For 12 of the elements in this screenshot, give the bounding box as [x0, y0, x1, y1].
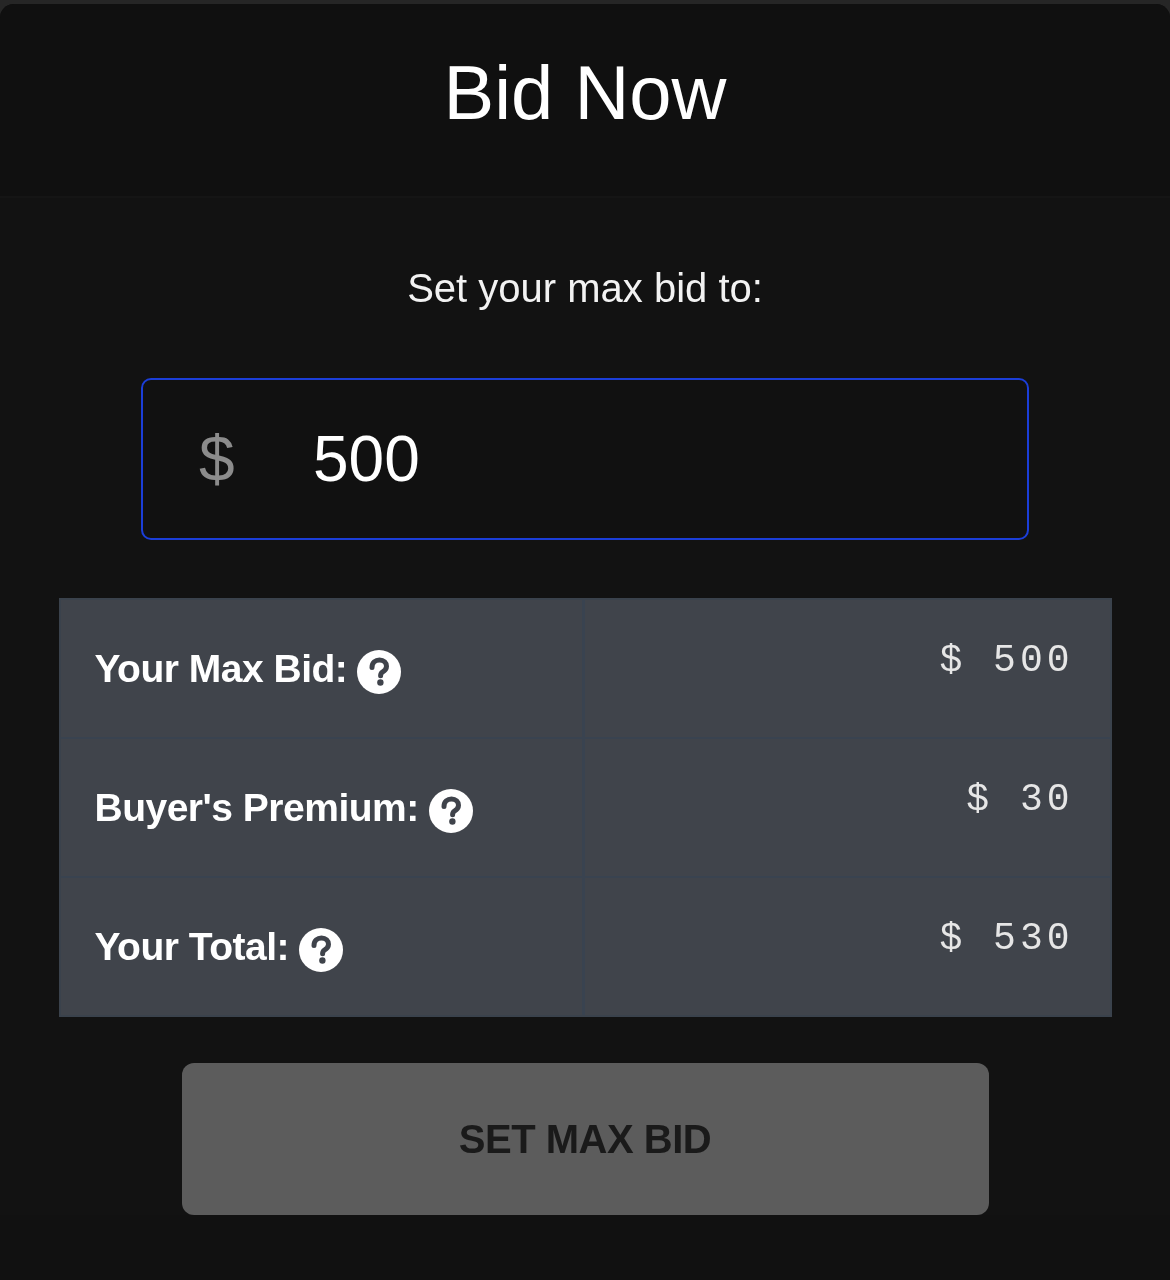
help-icon[interactable]	[357, 649, 402, 694]
currency-symbol: $	[199, 427, 235, 491]
row-label: Your Total:	[94, 924, 290, 969]
help-icon[interactable]	[299, 927, 344, 972]
amount-text: $ 530	[939, 917, 1074, 960]
amount-text: $ 30	[966, 778, 1074, 821]
help-icon[interactable]	[428, 788, 473, 833]
row-label: Buyer's Premium:	[94, 785, 419, 830]
prompt-text: Set your max bid to:	[407, 265, 763, 312]
dialog-title: Bid Now	[443, 55, 727, 131]
row-label: Your Max Bid:	[94, 646, 348, 691]
amount-text: $ 500	[939, 639, 1074, 682]
